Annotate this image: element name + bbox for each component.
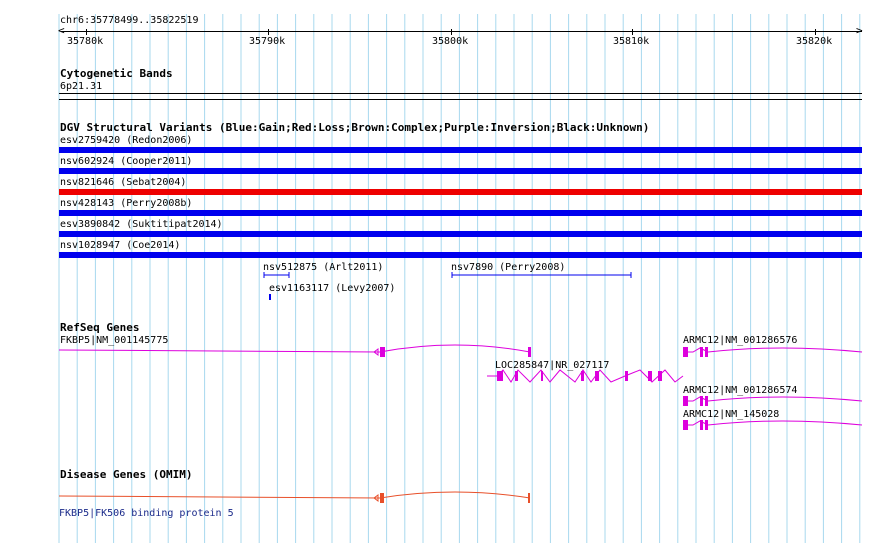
variant-bar[interactable] bbox=[59, 168, 862, 174]
gene-exon bbox=[595, 371, 599, 381]
gene-label[interactable]: ARMC12|NM_145028 bbox=[683, 409, 779, 420]
gene-exon bbox=[683, 396, 688, 406]
variant-bar[interactable] bbox=[59, 189, 862, 195]
ruler-tick bbox=[268, 29, 269, 35]
omim-gene-link[interactable]: FKBP5|FK506 binding protein 5 bbox=[59, 508, 234, 519]
ruler-axis bbox=[61, 31, 862, 32]
gene-label[interactable]: ARMC12|NM_001286574 bbox=[683, 385, 797, 396]
dgv-track-title[interactable]: DGV Structural Variants (Blue:Gain;Red:L… bbox=[60, 122, 649, 134]
ruler-tick bbox=[632, 29, 633, 35]
gene-exon bbox=[705, 347, 708, 357]
gene-label[interactable]: FKBP5|NM_001145775 bbox=[60, 335, 168, 346]
variant-label: esv3890842 (Suktitipat2014) bbox=[60, 219, 223, 230]
variant-label: nsv1028947 (Coe2014) bbox=[60, 240, 181, 251]
gene-exon bbox=[700, 420, 703, 430]
gene-exon bbox=[658, 371, 662, 381]
cytoband-label[interactable]: 6p21.31 bbox=[60, 81, 102, 92]
ruler-tick-label: 35810k bbox=[613, 36, 650, 47]
cytoband-line-bottom bbox=[59, 99, 862, 100]
ruler-tick bbox=[451, 29, 452, 35]
gene-exon bbox=[700, 396, 703, 406]
disease-gene-exon bbox=[380, 493, 384, 503]
variant-label: nsv512875 (Arlt2011) bbox=[263, 262, 384, 273]
gene-exon bbox=[700, 347, 703, 357]
variant-label: nsv7890 (Perry2008) bbox=[451, 262, 566, 273]
gene-exon bbox=[497, 371, 503, 381]
variant-label: esv2759420 (Redon2006) bbox=[60, 135, 193, 146]
ruler-right-arrow[interactable]: > bbox=[856, 25, 863, 36]
gene-intron bbox=[683, 420, 863, 426]
gene-exon bbox=[705, 420, 708, 430]
variant-mark bbox=[269, 294, 271, 300]
gene-label[interactable]: LOC285847|NR_027117 bbox=[495, 360, 609, 371]
variant-label: esv1163117 (Levy2007) bbox=[269, 283, 396, 294]
cytoband-line-top bbox=[59, 93, 862, 94]
variant-label: nsv602924 (Cooper2011) bbox=[60, 156, 193, 167]
ruler-tick-label: 35790k bbox=[249, 36, 286, 47]
grid-lines bbox=[58, 14, 863, 543]
variant-label: nsv821646 (Sebat2004) bbox=[60, 177, 187, 188]
ruler-tick-label: 35800k bbox=[432, 36, 469, 47]
gene-exon bbox=[581, 371, 584, 381]
gene-exon bbox=[515, 371, 518, 381]
variant-bar[interactable] bbox=[59, 210, 862, 216]
locus-label: chr6:35778499..35822519 bbox=[60, 15, 199, 26]
gene-exon bbox=[683, 347, 688, 357]
gene-exon bbox=[648, 371, 652, 381]
variant-bar[interactable] bbox=[59, 147, 862, 153]
gene-exon bbox=[528, 347, 531, 357]
gene-exon bbox=[625, 371, 628, 381]
disease-gene-exon bbox=[528, 493, 530, 503]
ruler-left-arrow[interactable]: < bbox=[58, 25, 65, 36]
variant-bar[interactable] bbox=[59, 231, 862, 237]
genome-browser-view: chr6:35778499..35822519 < > 35780k 35790… bbox=[0, 0, 890, 543]
refseq-track-title[interactable]: RefSeq Genes bbox=[60, 322, 139, 334]
gene-exon bbox=[705, 396, 708, 406]
variant-label: nsv428143 (Perry2008b) bbox=[60, 198, 193, 209]
gene-exon bbox=[541, 371, 543, 381]
gene-intron bbox=[683, 396, 863, 402]
ruler-tick-label: 35820k bbox=[796, 36, 833, 47]
disease-track-title[interactable]: Disease Genes (OMIM) bbox=[60, 469, 192, 481]
gene-exon bbox=[683, 420, 688, 430]
gene-exon bbox=[380, 347, 385, 357]
ruler-tick bbox=[86, 29, 87, 35]
gene-intron bbox=[683, 347, 863, 353]
gene-label[interactable]: ARMC12|NM_001286576 bbox=[683, 335, 797, 346]
ruler-tick bbox=[815, 29, 816, 35]
variant-bar[interactable] bbox=[59, 252, 862, 258]
cytoband-track-title[interactable]: Cytogenetic Bands bbox=[60, 68, 173, 80]
ruler-tick-label: 35780k bbox=[67, 36, 104, 47]
